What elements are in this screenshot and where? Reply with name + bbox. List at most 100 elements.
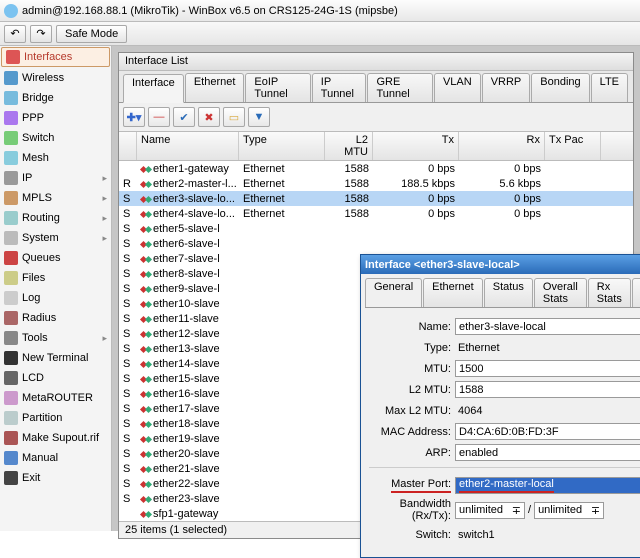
remove-button[interactable]: — <box>148 107 170 127</box>
sidebar-item-mpls[interactable]: MPLS▸ <box>0 188 111 208</box>
column-header[interactable]: Type <box>239 132 325 160</box>
column-header[interactable]: L2 MTU <box>325 132 373 160</box>
panel-toolbar: ✚▾ — ✔ ✖ ▭ ▼ <box>119 103 633 132</box>
sidebar-item-manual[interactable]: Manual <box>0 448 111 468</box>
master-port-label: Master Port: <box>369 478 455 493</box>
safe-mode-button[interactable]: Safe Mode <box>56 25 127 43</box>
tab-bonding[interactable]: Bonding <box>531 73 589 102</box>
dialog-tab-general[interactable]: General <box>365 278 422 307</box>
mtu-input[interactable]: 1500 <box>455 360 640 377</box>
sidebar-item-system[interactable]: System▸ <box>0 228 111 248</box>
sidebar-item-label: Interfaces <box>24 51 72 63</box>
disable-button[interactable]: ✖ <box>198 107 220 127</box>
menu-icon <box>4 231 18 245</box>
column-header[interactable]: Tx Pac <box>545 132 601 160</box>
sidebar-item-switch[interactable]: Switch <box>0 128 111 148</box>
sidebar-item-tools[interactable]: Tools ▸ <box>0 328 111 348</box>
table-row[interactable]: Rether2-master-l...Ethernet1588188.5 kbp… <box>119 176 633 191</box>
table-row[interactable]: Sether5-slave-l <box>119 221 633 236</box>
sidebar-item-label: Bridge <box>22 92 54 104</box>
sidebar-item-log[interactable]: Log <box>0 288 111 308</box>
dialog-tab-overall-stats[interactable]: Overall Stats <box>534 278 587 307</box>
name-input[interactable]: ether3-slave-local <box>455 318 640 335</box>
l2mtu-label: L2 MTU: <box>369 384 455 396</box>
column-header[interactable]: Name <box>137 132 239 160</box>
switch-value: switch1 <box>455 526 640 543</box>
sidebar-item-make-supout-rif[interactable]: Make Supout.rif <box>0 428 111 448</box>
maxl2-label: Max L2 MTU: <box>369 405 455 417</box>
bandwidth-label: Bandwidth (Rx/Tx): <box>369 498 455 522</box>
bandwidth-tx-select[interactable]: unlimited∓ <box>534 502 604 519</box>
sidebar-item-partition[interactable]: Partition <box>0 408 111 428</box>
dialog-tab--[interactable]: ... <box>632 278 640 307</box>
interface-icon <box>141 212 151 217</box>
tab-lte[interactable]: LTE <box>591 73 628 102</box>
menu-icon <box>4 431 18 445</box>
arp-select[interactable]: enabled∓ <box>455 444 640 461</box>
chevron-right-icon: ▸ <box>102 333 107 344</box>
sidebar-item-queues[interactable]: Queues <box>0 248 111 268</box>
sidebar-item-bridge[interactable]: Bridge <box>0 88 111 108</box>
tab-gre-tunnel[interactable]: GRE Tunnel <box>367 73 433 102</box>
table-row[interactable]: Sether6-slave-l <box>119 236 633 251</box>
switch-label: Switch: <box>369 529 455 541</box>
sidebar-item-ip[interactable]: IP▸ <box>0 168 111 188</box>
menu-icon <box>4 271 18 285</box>
enable-button[interactable]: ✔ <box>173 107 195 127</box>
column-header[interactable]: Tx <box>373 132 459 160</box>
dialog-title-bar[interactable]: Interface <ether3-slave-local> – □ × <box>361 255 640 274</box>
tab-vlan[interactable]: VLAN <box>434 73 481 102</box>
sidebar-item-label: Tools <box>22 332 48 344</box>
filter-button[interactable]: ▼ <box>248 107 270 127</box>
bandwidth-rx-select[interactable]: unlimited∓ <box>455 502 525 519</box>
l2mtu-input[interactable]: 1588 <box>455 381 640 398</box>
sidebar-item-new-terminal[interactable]: New Terminal <box>0 348 111 368</box>
sidebar-item-exit[interactable]: Exit <box>0 468 111 488</box>
sidebar-item-wireless[interactable]: Wireless <box>0 68 111 88</box>
sidebar-item-routing[interactable]: Routing▸ <box>0 208 111 228</box>
tab-interface[interactable]: Interface <box>123 74 184 103</box>
tab-ethernet[interactable]: Ethernet <box>185 73 245 102</box>
sidebar-item-mesh[interactable]: Mesh <box>0 148 111 168</box>
dialog-tab-ethernet[interactable]: Ethernet <box>423 278 483 307</box>
column-header[interactable]: Rx <box>459 132 545 160</box>
undo-button[interactable]: ↶ <box>4 25 26 43</box>
menu-icon <box>4 331 18 345</box>
interface-icon <box>141 377 151 382</box>
sidebar-item-label: Queues <box>22 252 61 264</box>
sidebar-item-label: MPLS <box>22 192 52 204</box>
interface-icon <box>141 317 151 322</box>
sidebar-item-ppp[interactable]: PPP <box>0 108 111 128</box>
sidebar-item-label: Manual <box>22 452 58 464</box>
comment-button[interactable]: ▭ <box>223 107 245 127</box>
sidebar-item-files[interactable]: Files <box>0 268 111 288</box>
tab-eoip-tunnel[interactable]: EoIP Tunnel <box>245 73 310 102</box>
table-row[interactable]: Sether4-slave-lo...Ethernet15880 bps0 bp… <box>119 206 633 221</box>
mac-input[interactable]: D4:CA:6D:0B:FD:3F <box>455 423 640 440</box>
sidebar-item-radius[interactable]: Radius <box>0 308 111 328</box>
table-row[interactable]: ether1-gatewayEthernet15880 bps0 bps <box>119 161 633 176</box>
column-header[interactable] <box>119 132 137 160</box>
menu-icon <box>4 251 18 265</box>
add-button[interactable]: ✚▾ <box>123 107 145 127</box>
tab-ip-tunnel[interactable]: IP Tunnel <box>312 73 367 102</box>
app-icon <box>4 4 18 18</box>
dialog-tab-rx-stats[interactable]: Rx Stats <box>588 278 631 307</box>
interface-icon <box>141 167 151 172</box>
sidebar-item-lcd[interactable]: LCD <box>0 368 111 388</box>
tab-vrrp[interactable]: VRRP <box>482 73 531 102</box>
sidebar-item-label: Wireless <box>22 72 64 84</box>
redo-button[interactable]: ↷ <box>30 25 52 43</box>
panel-title: Interface List <box>119 53 633 71</box>
interface-icon <box>141 182 151 187</box>
interface-icon <box>141 437 151 442</box>
menu-icon <box>4 411 18 425</box>
sidebar-item-metarouter[interactable]: MetaROUTER <box>0 388 111 408</box>
sidebar-item-interfaces[interactable]: Interfaces <box>1 47 110 67</box>
dialog-tab-status[interactable]: Status <box>484 278 533 307</box>
mac-label: MAC Address: <box>369 426 455 438</box>
table-row[interactable]: Sether3-slave-lo...Ethernet15880 bps0 bp… <box>119 191 633 206</box>
interface-icon <box>141 197 151 202</box>
interface-icon <box>141 467 151 472</box>
master-port-select[interactable]: ether2-master-local∓ <box>455 477 640 494</box>
